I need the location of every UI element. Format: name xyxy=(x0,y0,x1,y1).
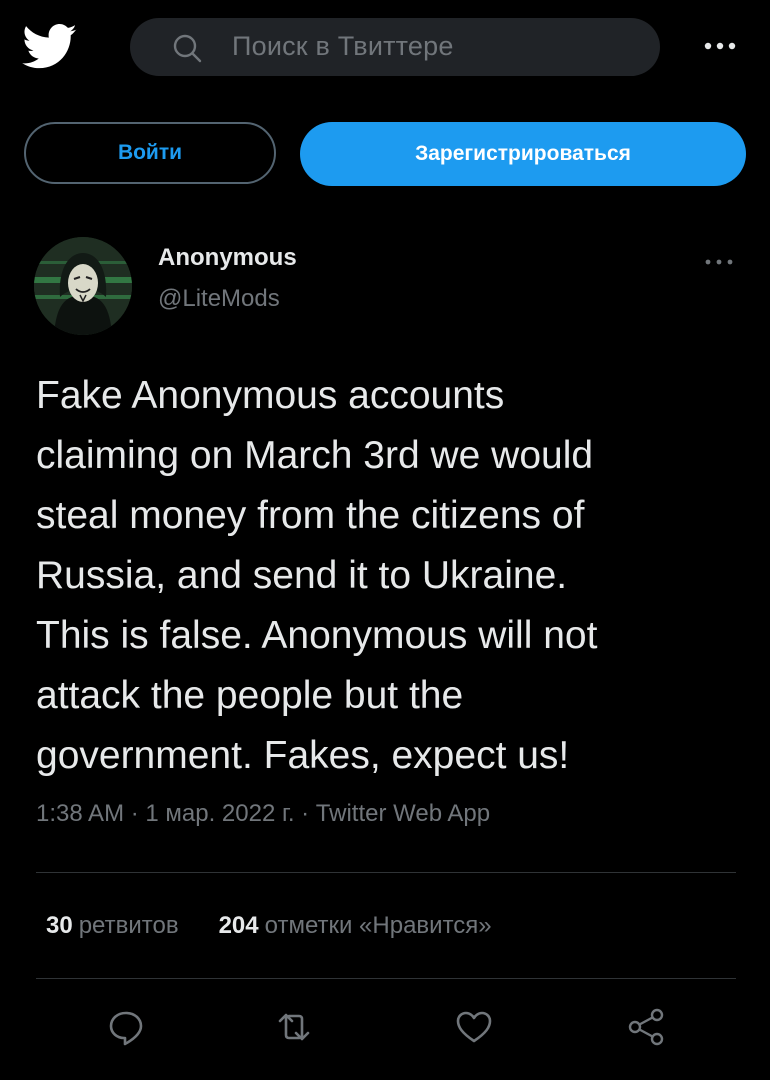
search-placeholder: Поиск в Твиттере xyxy=(232,31,454,61)
tweet-stats: 30 ретвитов 204 отметки «Нравится» xyxy=(46,912,492,940)
top-bar: Поиск в Твиттере xyxy=(0,0,770,100)
search-input[interactable]: Поиск в Твиттере xyxy=(130,18,660,76)
more-horizontal-icon[interactable] xyxy=(700,38,740,54)
twitter-bird-icon[interactable] xyxy=(22,24,78,70)
likes-label: отметки «Нравится» xyxy=(264,912,492,939)
author-handle[interactable]: @LiteMods xyxy=(158,285,280,313)
likes-count: 204 xyxy=(218,912,259,939)
divider xyxy=(36,978,736,979)
reply-icon[interactable] xyxy=(104,1005,148,1049)
retweets-label: ретвитов xyxy=(78,912,179,939)
retweet-icon[interactable] xyxy=(272,1005,316,1049)
share-icon[interactable] xyxy=(624,1005,668,1049)
tweet-more-icon[interactable] xyxy=(702,255,736,267)
likes-stat[interactable]: 204 отметки «Нравится» xyxy=(219,912,492,940)
like-icon[interactable] xyxy=(452,1005,496,1049)
signup-button[interactable]: Зарегистрироваться xyxy=(300,122,746,186)
tweet-meta: 1:38 AM · 1 мар. 2022 г. · Twitter Web A… xyxy=(36,800,491,827)
search-icon xyxy=(172,33,202,63)
retweets-stat[interactable]: 30 ретвитов xyxy=(46,912,179,940)
retweets-count: 30 xyxy=(46,912,73,939)
author-name[interactable]: Anonymous xyxy=(158,244,297,272)
login-button[interactable]: Войти xyxy=(24,122,276,184)
divider xyxy=(36,872,736,873)
avatar[interactable] xyxy=(34,237,132,335)
tweet-text: Fake Anonymous accounts claiming on Marc… xyxy=(36,374,598,777)
